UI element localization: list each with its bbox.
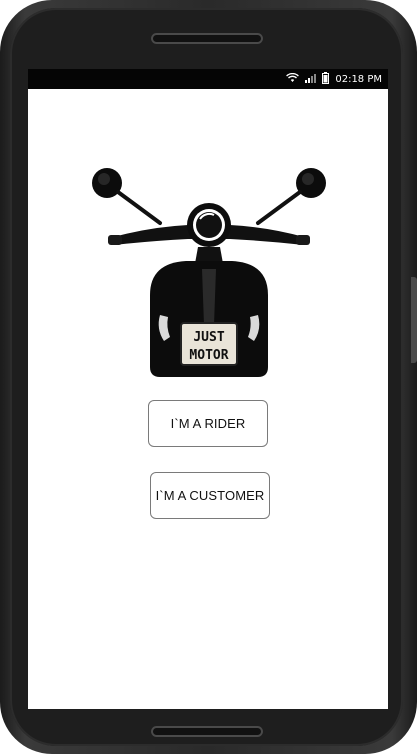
device-side-button (411, 277, 417, 363)
plate-line-2: MOTOR (189, 348, 228, 363)
status-bar: 02:18 PM (28, 69, 388, 89)
plate-line-1: JUST (193, 330, 224, 345)
device-speaker-bottom (151, 726, 263, 737)
status-time: 02:18 PM (335, 73, 382, 85)
device-speaker-top (151, 33, 263, 44)
battery-icon (322, 71, 330, 87)
screen: 02:18 PM JUST MOTOR I`M A RIDER I`M A CU… (28, 69, 388, 709)
customer-button[interactable]: I`M A CUSTOMER (150, 472, 270, 519)
cell-signal-icon (305, 73, 317, 86)
rider-button[interactable]: I`M A RIDER (148, 400, 268, 447)
app-content: JUST MOTOR I`M A RIDER I`M A CUSTOMER (28, 89, 388, 709)
device-frame: 02:18 PM JUST MOTOR I`M A RIDER I`M A CU… (0, 0, 417, 754)
wifi-icon (286, 72, 300, 86)
scooter-logo: JUST MOTOR (90, 165, 328, 389)
